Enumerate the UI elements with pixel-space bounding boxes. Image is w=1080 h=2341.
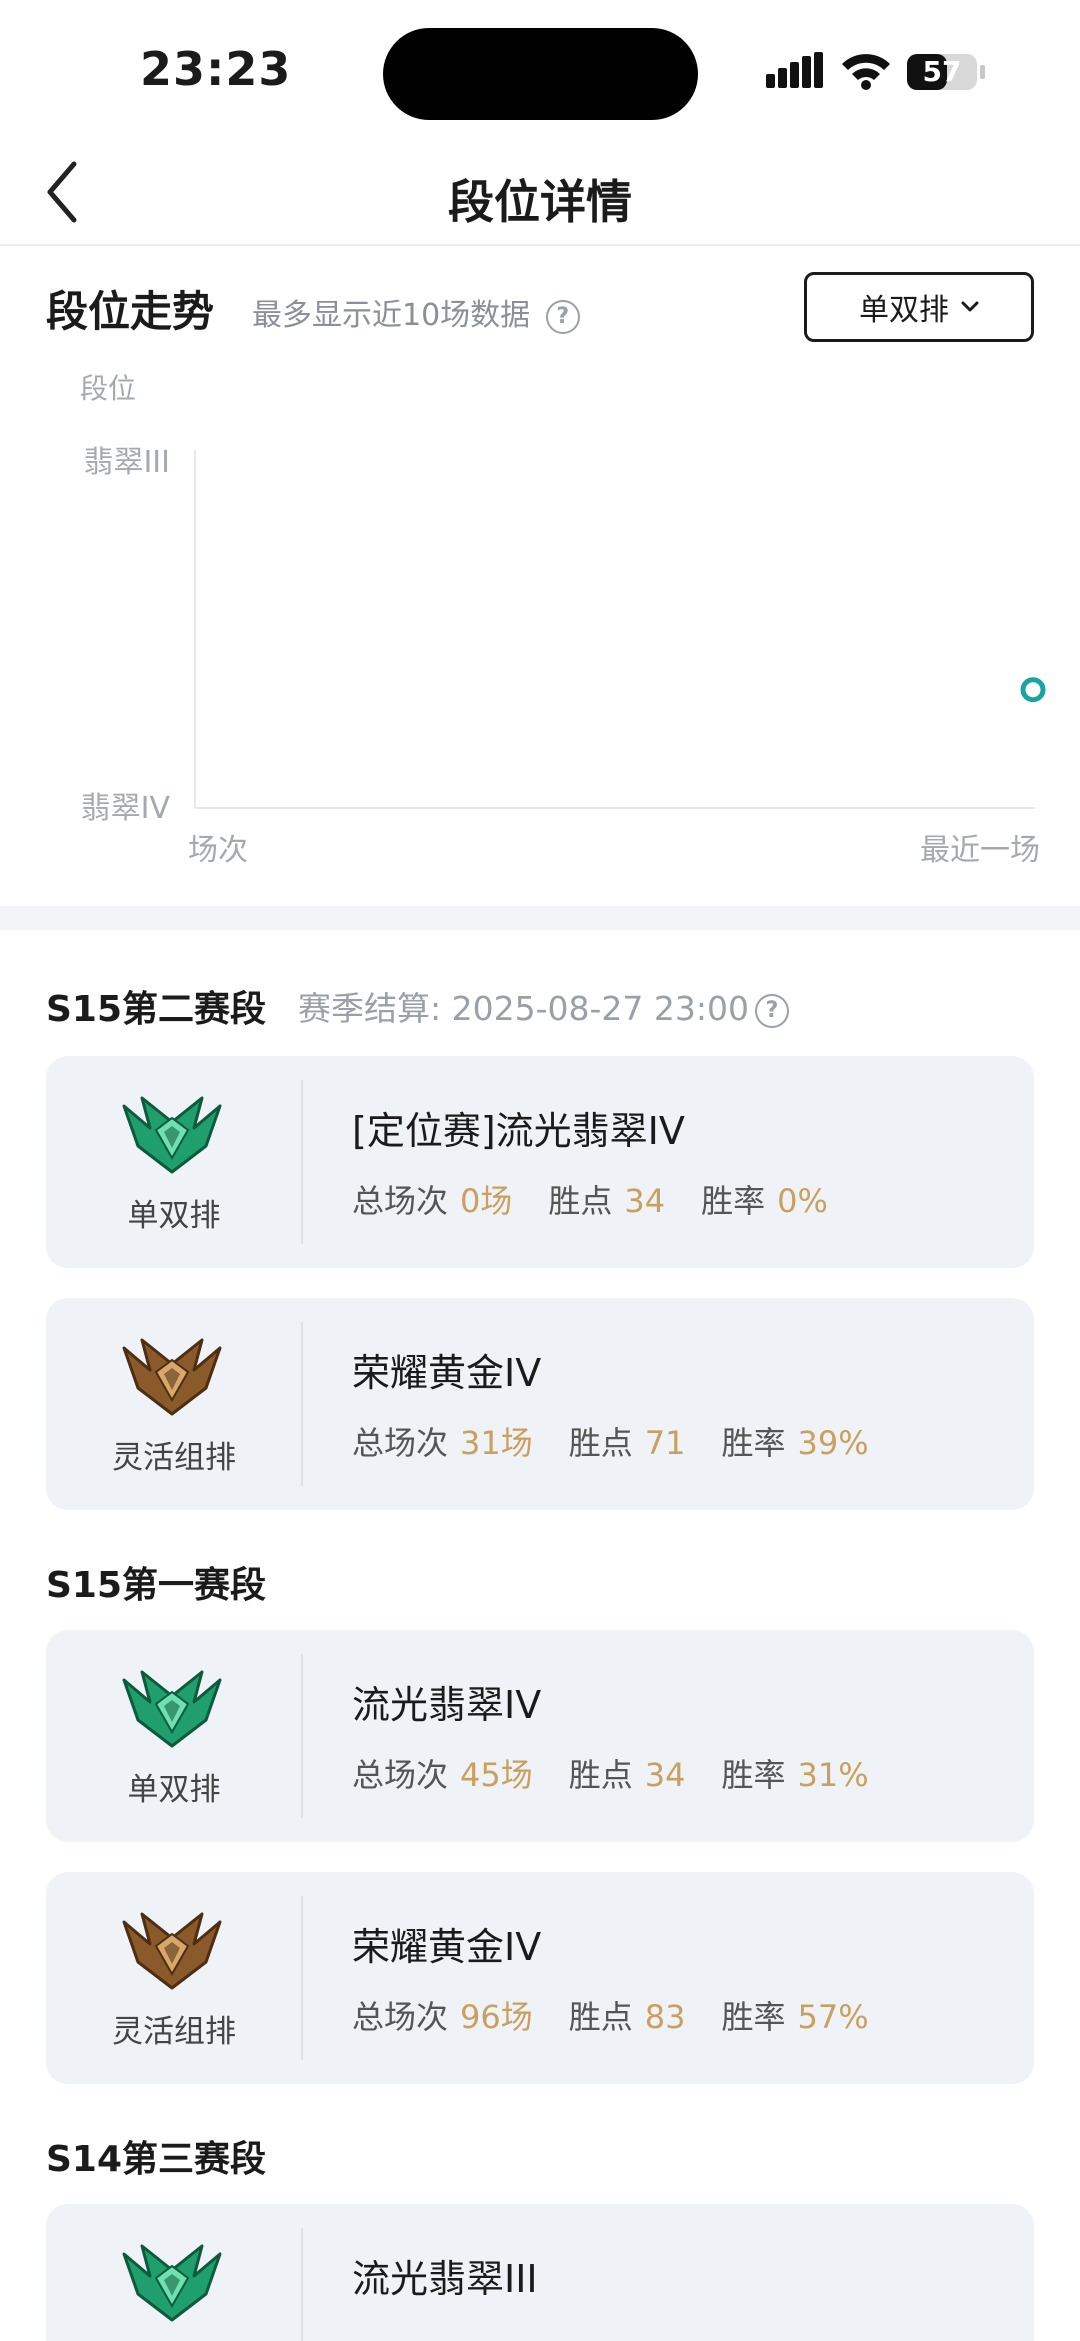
data-point xyxy=(1020,677,1046,703)
status-bar: 23:23 57 xyxy=(0,0,1080,140)
section-divider xyxy=(0,906,1080,930)
y-axis-title: 段位 xyxy=(80,372,136,405)
gold-rank-emblem-icon xyxy=(122,1338,222,1416)
rank-name: 荣耀黄金IV xyxy=(352,1351,542,1395)
emerald-rank-emblem-icon xyxy=(122,2244,222,2322)
season-title: S15第二赛段 xyxy=(46,989,267,1030)
emerald-rank-emblem-icon xyxy=(122,1670,222,1748)
cellular-signal-icon xyxy=(766,52,823,88)
winrate-value: 0% xyxy=(777,1182,828,1220)
battery-icon: 57 xyxy=(906,53,986,91)
y-tick-label: 翡翠IV xyxy=(81,791,171,826)
games-label: 总场次 xyxy=(352,1182,449,1220)
winrate-label: 胜率 xyxy=(701,1182,766,1220)
queue-mode-label: 单双排 xyxy=(859,293,949,328)
rank-stats: 总场次 0场 胜点 34 胜率 0% xyxy=(352,1176,864,1222)
lp-value: 34 xyxy=(624,1182,666,1220)
rank-stats: 总场次 96场 胜点 83 胜率 57% xyxy=(352,1992,905,2038)
winrate-value: 39% xyxy=(797,1424,869,1462)
nav-bar: 段位详情 xyxy=(0,140,1080,246)
card-divider xyxy=(301,2228,303,2341)
status-time: 23:23 xyxy=(140,42,292,96)
trend-title: 段位走势 xyxy=(46,287,215,336)
queue-label: 灵活组排 xyxy=(112,1440,236,1476)
help-icon[interactable]: ? xyxy=(754,993,789,1028)
rank-name: 流光翡翠III xyxy=(352,2257,538,2301)
card-divider xyxy=(301,1080,303,1244)
lp-value: 71 xyxy=(644,1424,686,1462)
winrate-label: 胜率 xyxy=(721,1998,786,2036)
rank-card[interactable]: 灵活组排 荣耀黄金IV 总场次 31场 胜点 71 胜率 39% xyxy=(46,1298,1034,1510)
y-tick-label: 翡翠III xyxy=(83,445,170,480)
games-value: 0场 xyxy=(460,1182,513,1220)
season-settle-time: 赛季结算: 2025-08-27 23:00? xyxy=(298,982,789,1030)
games-value: 96场 xyxy=(460,1998,533,2036)
games-value: 45场 xyxy=(460,1756,533,1794)
lp-value: 34 xyxy=(644,1756,686,1794)
queue-mode-select[interactable]: 单双排 xyxy=(804,272,1034,342)
wifi-icon xyxy=(842,54,890,90)
rank-stats: 总场次 31场 胜点 71 胜率 39% xyxy=(352,1418,905,1464)
lp-label: 胜点 xyxy=(568,1998,633,2036)
lp-label: 胜点 xyxy=(568,1756,633,1794)
season-title: S14第三赛段 xyxy=(46,2139,267,2180)
games-value: 31场 xyxy=(460,1424,533,1462)
rank-card[interactable]: 单双排 流光翡翠IV 总场次 45场 胜点 34 胜率 31% xyxy=(46,1630,1034,1842)
games-label: 总场次 xyxy=(352,1424,449,1462)
queue-label: 灵活组排 xyxy=(112,2014,236,2050)
winrate-value: 31% xyxy=(797,1756,869,1794)
winrate-label: 胜率 xyxy=(721,1756,786,1794)
queue-label: 单双排 xyxy=(127,1772,221,1808)
lp-label: 胜点 xyxy=(548,1182,613,1220)
lp-label: 胜点 xyxy=(568,1424,633,1462)
emerald-rank-emblem-icon xyxy=(122,1096,222,1174)
rank-card[interactable]: 单双排 流光翡翠III xyxy=(46,2204,1034,2341)
x-tick-label: 最近一场 xyxy=(920,833,1040,868)
trend-subtitle: 最多显示近10场数据 ? xyxy=(252,290,580,334)
page-title: 段位详情 xyxy=(448,175,632,229)
dynamic-island xyxy=(383,28,698,120)
gold-rank-emblem-icon xyxy=(122,1912,222,1990)
games-label: 总场次 xyxy=(352,1756,449,1794)
season-title: S15第一赛段 xyxy=(46,1565,267,1606)
battery-level: 57 xyxy=(922,55,962,88)
rank-name: [定位赛]流光翡翠IV xyxy=(352,1109,685,1153)
trend-subtitle-text: 最多显示近10场数据 xyxy=(252,298,531,333)
x-tick-label: 场次 xyxy=(188,833,248,868)
winrate-value: 57% xyxy=(797,1998,869,2036)
season-settle-text: 赛季结算: 2025-08-27 23:00 xyxy=(298,989,749,1028)
queue-label: 单双排 xyxy=(127,1198,221,1234)
winrate-label: 胜率 xyxy=(721,1424,786,1462)
rank-card[interactable]: 灵活组排 荣耀黄金IV 总场次 96场 胜点 83 胜率 57% xyxy=(46,1872,1034,2084)
rank-stats: 总场次 45场 胜点 34 胜率 31% xyxy=(352,1750,905,1796)
card-divider xyxy=(301,1896,303,2060)
card-divider xyxy=(301,1654,303,1818)
rank-name: 荣耀黄金IV xyxy=(352,1925,542,1969)
rank-card[interactable]: 单双排 [定位赛]流光翡翠IV 总场次 0场 胜点 34 胜率 0% xyxy=(46,1056,1034,1268)
chevron-down-icon xyxy=(961,301,979,312)
lp-value: 83 xyxy=(644,1998,686,2036)
help-icon[interactable]: ? xyxy=(545,299,580,334)
card-divider xyxy=(301,1322,303,1486)
rank-name: 流光翡翠IV xyxy=(352,1683,542,1727)
trend-header: 段位走势 最多显示近10场数据 ? 单双排 xyxy=(46,272,1034,342)
rank-trend-chart: 段位翡翠III 翡翠IV 场次 最近一场 xyxy=(80,372,1046,868)
games-label: 总场次 xyxy=(352,1998,449,2036)
